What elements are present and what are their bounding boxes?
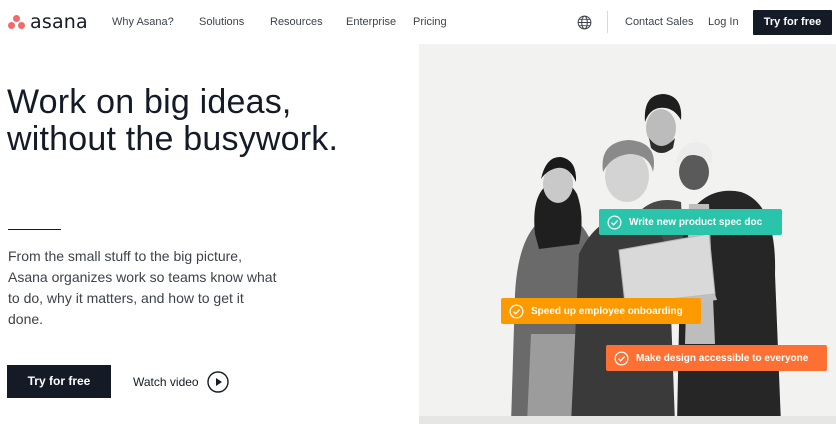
task-pill-accessible-design: Make design accessible to everyone — [606, 345, 827, 371]
nav-link-enterprise[interactable]: Enterprise — [346, 16, 396, 28]
check-circle-icon — [614, 351, 629, 365]
nav-link-why-asana[interactable]: Why Asana? — [112, 16, 174, 28]
globe-icon[interactable] — [577, 15, 592, 30]
hero-try-for-free-button[interactable]: Try for free — [7, 365, 111, 398]
watch-video-label: Watch video — [133, 375, 199, 389]
top-nav: asana Why Asana? Solutions Resources Ent… — [0, 0, 836, 44]
headline-line-1: Work on big ideas, — [7, 83, 292, 121]
task-label: Make design accessible to everyone — [636, 352, 809, 364]
nav-link-solutions[interactable]: Solutions — [199, 16, 244, 28]
check-circle-icon — [607, 215, 622, 229]
check-circle-icon — [509, 304, 524, 318]
contact-sales-link[interactable]: Contact Sales — [625, 16, 693, 28]
headline-divider — [8, 229, 61, 230]
hero-description: From the small stuff to the big picture,… — [8, 248, 277, 327]
hero-headline: Work on big ideas, without the busywork. — [7, 84, 407, 158]
watch-video-button[interactable]: Watch video — [133, 370, 229, 394]
task-label: Write new product spec doc — [629, 216, 763, 228]
nav-link-resources[interactable]: Resources — [270, 16, 323, 28]
task-pill-write-spec: Write new product spec doc — [599, 209, 782, 235]
log-in-link[interactable]: Log In — [708, 16, 739, 28]
play-icon — [206, 371, 229, 393]
nav-divider — [607, 11, 608, 33]
logo-wordmark: asana — [30, 11, 88, 33]
nav-try-for-free-button[interactable]: Try for free — [753, 10, 832, 35]
headline-line-2: without the busywork. — [7, 120, 339, 158]
task-label: Speed up employee onboarding — [531, 305, 683, 317]
nav-link-pricing[interactable]: Pricing — [413, 16, 447, 28]
asana-logo-icon — [8, 15, 26, 29]
task-pill-onboarding: Speed up employee onboarding — [501, 298, 701, 324]
asana-logo[interactable]: asana — [8, 11, 88, 33]
